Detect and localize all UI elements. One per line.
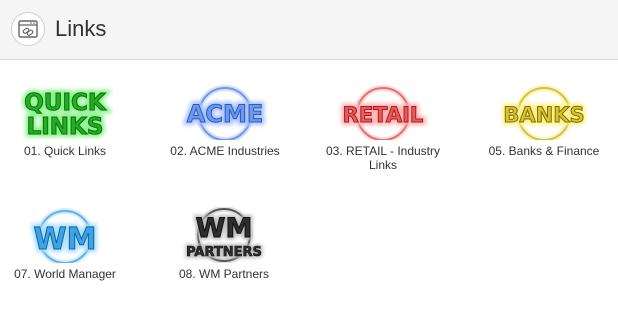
- svg-text:WM: WM: [196, 213, 253, 244]
- page-header: Links: [0, 0, 618, 60]
- tile-label[interactable]: 01. Quick Links: [0, 144, 130, 158]
- tile-label[interactable]: 03. RETAIL - Industry Links: [318, 144, 448, 172]
- svg-text:ACME: ACME: [187, 100, 263, 128]
- wm-logo: WM WM: [31, 208, 99, 263]
- link-tile-acme-industries[interactable]: ACME ACME 02. ACME Industries: [160, 84, 290, 158]
- tile-label[interactable]: 08. WM Partners: [159, 267, 289, 281]
- svg-text:LINKS: LINKS: [27, 114, 104, 140]
- link-tile-world-manager[interactable]: WM WM 07. World Manager: [0, 207, 130, 281]
- acme-logo: ACME ACME: [184, 85, 266, 140]
- page-title: Links: [55, 16, 107, 41]
- svg-text:BANKS: BANKS: [503, 103, 584, 127]
- retail-logo: RETAIL RETAIL: [340, 85, 426, 140]
- link-tile-retail[interactable]: RETAIL RETAIL 03. RETAIL - Industry Link…: [318, 84, 448, 172]
- banks-logo: BANKS BANKS: [500, 85, 588, 140]
- svg-text:QUICK: QUICK: [24, 90, 107, 116]
- svg-text:RETAIL: RETAIL: [343, 103, 424, 127]
- tile-label[interactable]: 07. World Manager: [0, 267, 130, 281]
- quick-links-logo: QUICK LINKS QUICK LINKS: [21, 87, 110, 140]
- svg-text:WM: WM: [34, 222, 97, 257]
- tile-label[interactable]: 05. Banks & Finance: [479, 144, 609, 158]
- svg-text:PARTNERS: PARTNERS: [186, 245, 262, 260]
- browser-link-icon: [11, 12, 45, 46]
- link-tile-quick-links[interactable]: QUICK LINKS QUICK LINKS 01. Quick Links: [0, 84, 130, 158]
- wm-partners-logo: WM WM PARTNERS PARTNERS: [184, 207, 264, 263]
- link-tile-wm-partners[interactable]: WM WM PARTNERS PARTNERS 08. WM Partners: [159, 207, 289, 281]
- tile-label[interactable]: 02. ACME Industries: [160, 144, 290, 158]
- link-tile-banks-finance[interactable]: BANKS BANKS 05. Banks & Finance: [479, 84, 609, 158]
